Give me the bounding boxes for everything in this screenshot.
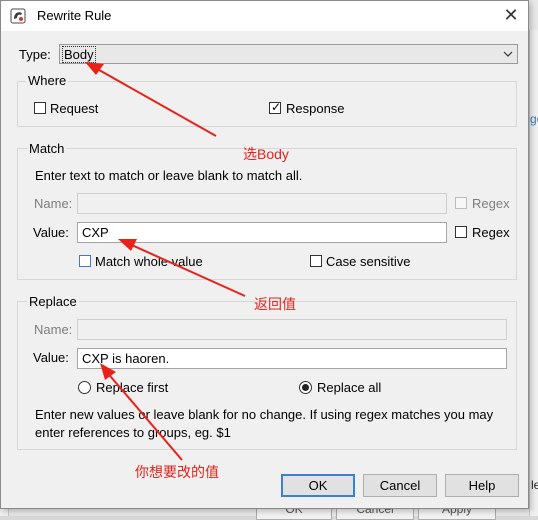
replace-value-field[interactable]: CXP is haoren. <box>77 348 507 369</box>
annotation-select-body: 选Body <box>243 146 289 162</box>
annotation-desired-value: 你想要改的值 <box>135 464 219 480</box>
request-label: Request <box>50 101 99 116</box>
background-text-fragment: ge <box>530 112 538 126</box>
response-checkbox[interactable]: ✓ <box>269 100 282 114</box>
ok-button[interactable]: OK <box>281 474 355 497</box>
help-button[interactable]: Help <box>445 474 519 497</box>
type-label: Type: <box>19 47 51 62</box>
replace-all-label: Replace all <box>317 380 382 395</box>
rewrite-rule-dialog: Rewrite Rule ✕ Type: Body Where Request … <box>0 0 529 509</box>
match-instruction: Enter text to match or leave blank to ma… <box>35 168 303 183</box>
match-value-regex-checkbox[interactable] <box>455 226 467 238</box>
case-sensitive-label: Case sensitive <box>326 254 411 269</box>
match-value-regex-label: Regex <box>472 225 510 240</box>
match-name-label: Name: <box>34 196 73 211</box>
match-value-label: Value: <box>33 225 69 240</box>
match-name-regex-checkbox[interactable] <box>455 197 467 209</box>
replace-note-line1: Enter new values or leave blank for no c… <box>35 407 494 422</box>
match-name-regex-label: Regex <box>472 196 510 211</box>
type-select-value: Body <box>62 46 96 63</box>
replace-group-title: Replace <box>27 294 79 309</box>
match-whole-value-checkbox[interactable] <box>79 255 91 267</box>
background-text-fragment: le <box>531 478 538 492</box>
check-icon: ✓ <box>271 100 282 114</box>
replace-first-label: Replace first <box>96 380 169 395</box>
match-value-field[interactable]: CXP <box>77 222 447 243</box>
type-select[interactable]: Body <box>59 44 518 64</box>
dialog-title: Rewrite Rule <box>37 8 112 23</box>
radio-selected-dot <box>302 384 309 391</box>
case-sensitive-checkbox[interactable] <box>310 255 322 267</box>
replace-name-label: Name: <box>34 322 73 337</box>
replace-value-label: Value: <box>33 350 69 365</box>
chevron-down-icon <box>503 51 513 57</box>
response-label: Response <box>286 101 345 116</box>
annotation-return-value: 返回值 <box>254 296 296 312</box>
replace-name-field[interactable] <box>77 319 507 340</box>
title-bar[interactable]: Rewrite Rule ✕ <box>1 1 528 31</box>
close-icon: ✕ <box>503 5 519 25</box>
close-button[interactable]: ✕ <box>500 4 522 26</box>
match-group-title: Match <box>27 141 67 156</box>
cancel-button[interactable]: Cancel <box>363 474 437 497</box>
match-whole-value-label: Match whole value <box>95 254 203 269</box>
match-name-field[interactable] <box>77 193 447 214</box>
replace-note-line2: enter references to groups, eg. $1 <box>35 425 231 440</box>
where-group-title: Where <box>26 73 69 88</box>
background-right-strip <box>529 30 538 516</box>
charles-app-icon <box>10 8 26 24</box>
replace-all-radio[interactable] <box>299 381 312 394</box>
request-checkbox[interactable] <box>34 102 46 114</box>
replace-first-radio[interactable] <box>78 381 91 394</box>
